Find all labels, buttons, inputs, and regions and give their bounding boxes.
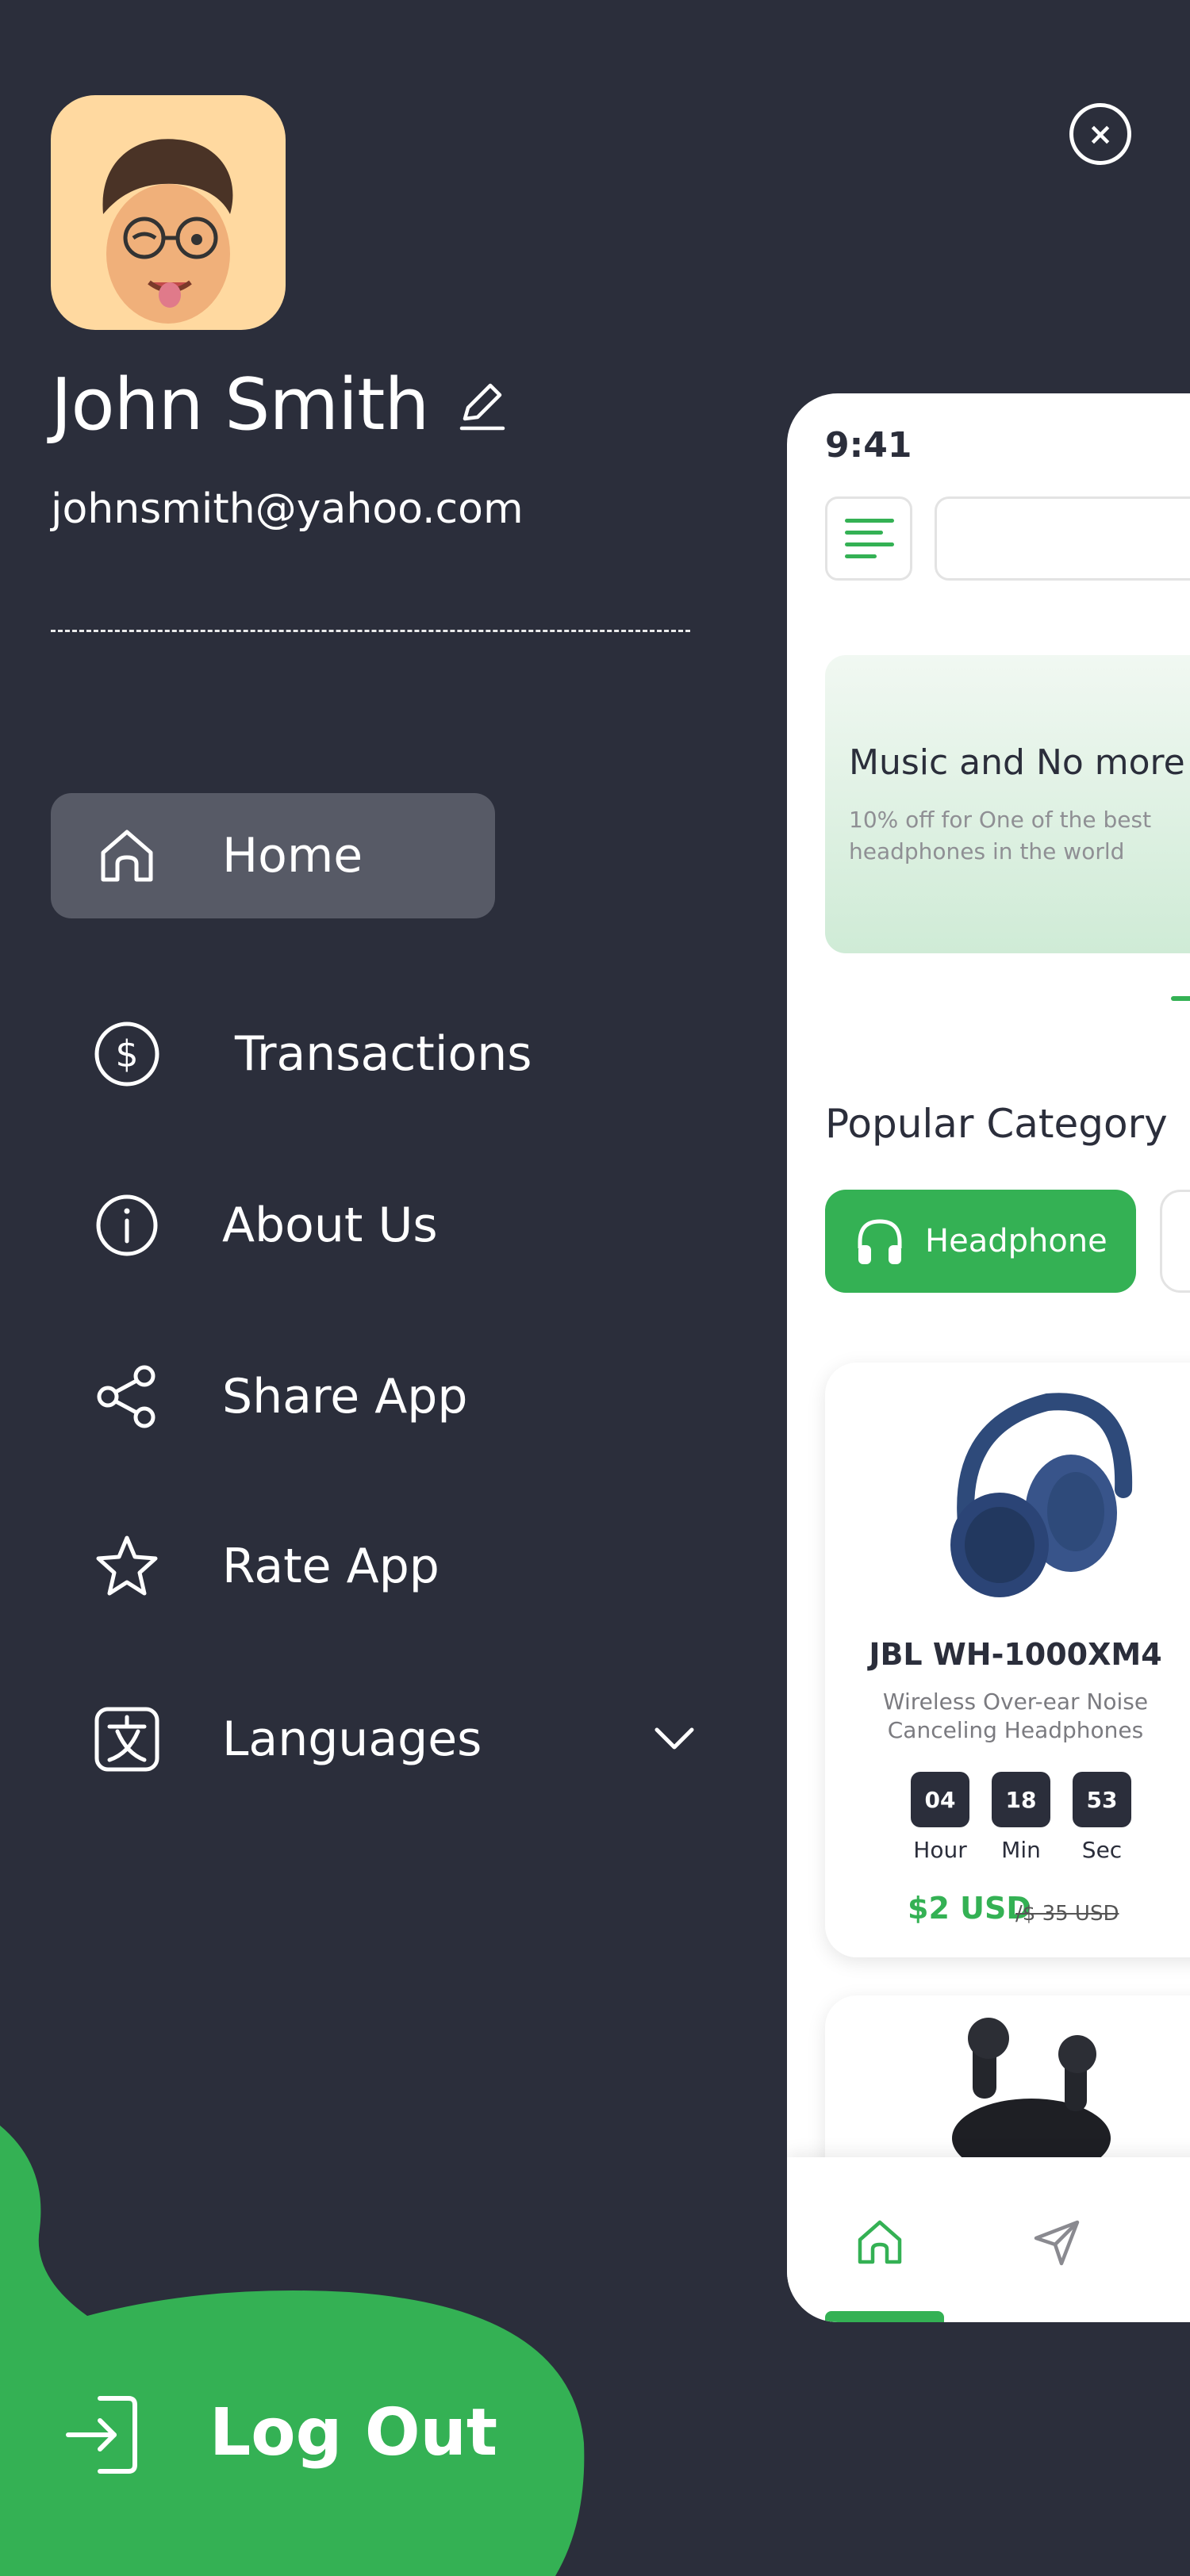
dollar-icon: $ xyxy=(94,1022,159,1087)
divider xyxy=(51,630,690,632)
close-icon: × xyxy=(1088,117,1113,151)
translate-icon xyxy=(94,1707,159,1772)
logout-background-blob xyxy=(0,2126,585,2576)
sidebar-item-label: Languages xyxy=(222,1712,482,1767)
bottom-tab-bar xyxy=(787,2157,1190,2322)
product-old-price: /$ 35 USD xyxy=(1015,1902,1119,1926)
status-time: 9:41 xyxy=(825,425,912,466)
app-preview[interactable]: 9:41 Music and No more 10% off for One o… xyxy=(787,393,1190,2322)
timer-minutes-label: Min xyxy=(1001,1837,1041,1863)
user-email: johnsmith@yahoo.com xyxy=(51,485,524,533)
avatar xyxy=(51,95,286,330)
logout-button[interactable]: Log Out xyxy=(209,2395,497,2471)
product-description: Wireless Over-ear Noise Canceling Headph… xyxy=(882,1689,1149,1743)
carousel-indicator xyxy=(1171,996,1190,1001)
category-chip[interactable] xyxy=(1160,1190,1190,1293)
banner-title: Music and No more xyxy=(849,742,1185,783)
svg-text:$: $ xyxy=(115,1033,138,1075)
share-icon xyxy=(97,1365,155,1428)
edit-pencil-icon[interactable] xyxy=(454,378,511,435)
user-name: John Smith xyxy=(51,363,429,447)
product-price: $2 USD xyxy=(908,1891,1031,1926)
sidebar-item-label: About Us xyxy=(222,1198,438,1253)
chevron-down-icon[interactable] xyxy=(651,1723,698,1755)
timer-hours-label: Hour xyxy=(913,1837,967,1863)
close-button[interactable]: × xyxy=(1069,103,1131,165)
category-chip-headphone[interactable]: Headphone xyxy=(825,1190,1136,1293)
timer-hours: 04 xyxy=(911,1772,969,1827)
product-card[interactable]: JBL WH-1000XM4 Wireless Over-ear Noise C… xyxy=(825,1363,1190,1957)
chip-label: Headphone xyxy=(925,1223,1107,1259)
tab-indicator xyxy=(825,2311,944,2322)
sidebar-item-label: Home xyxy=(222,828,363,884)
sidebar-item-share[interactable]: Share App xyxy=(51,1334,495,1459)
promo-banner[interactable]: Music and No more 10% off for One of the… xyxy=(825,655,1190,953)
sidebar-item-label: Rate App xyxy=(222,1539,440,1594)
menu-button[interactable] xyxy=(825,496,912,581)
sidebar-item-transactions[interactable]: $ Transactions xyxy=(51,991,532,1117)
earbuds-image xyxy=(952,2018,1111,2162)
product-name: JBL WH-1000XM4 xyxy=(869,1637,1162,1672)
star-icon xyxy=(96,1535,158,1596)
search-input[interactable] xyxy=(935,496,1190,581)
sidebar-item-languages[interactable]: Languages xyxy=(51,1677,709,1802)
sidebar-item-label: Share App xyxy=(222,1369,468,1424)
sidebar-item-about[interactable]: About Us xyxy=(51,1163,495,1288)
headphone-image xyxy=(950,1393,1133,1597)
banner-subtitle: 10% off for One of the best headphones i… xyxy=(849,807,1152,864)
home-icon xyxy=(101,830,153,882)
section-title: Popular Category xyxy=(825,1101,1168,1147)
timer-seconds: 53 xyxy=(1073,1772,1131,1827)
timer-seconds-label: Sec xyxy=(1081,1837,1123,1863)
sidebar-item-home[interactable]: Home xyxy=(51,793,495,918)
headphone-icon xyxy=(858,1219,902,1264)
logout-icon[interactable] xyxy=(63,2387,143,2482)
send-tab-icon[interactable] xyxy=(1030,2214,1085,2270)
sidebar-item-rate[interactable]: Rate App xyxy=(51,1504,495,1629)
timer-minutes: 18 xyxy=(992,1772,1050,1827)
home-tab-icon[interactable] xyxy=(852,2214,908,2270)
info-icon xyxy=(96,1194,158,1256)
sidebar-item-label: Transactions xyxy=(235,1026,532,1082)
